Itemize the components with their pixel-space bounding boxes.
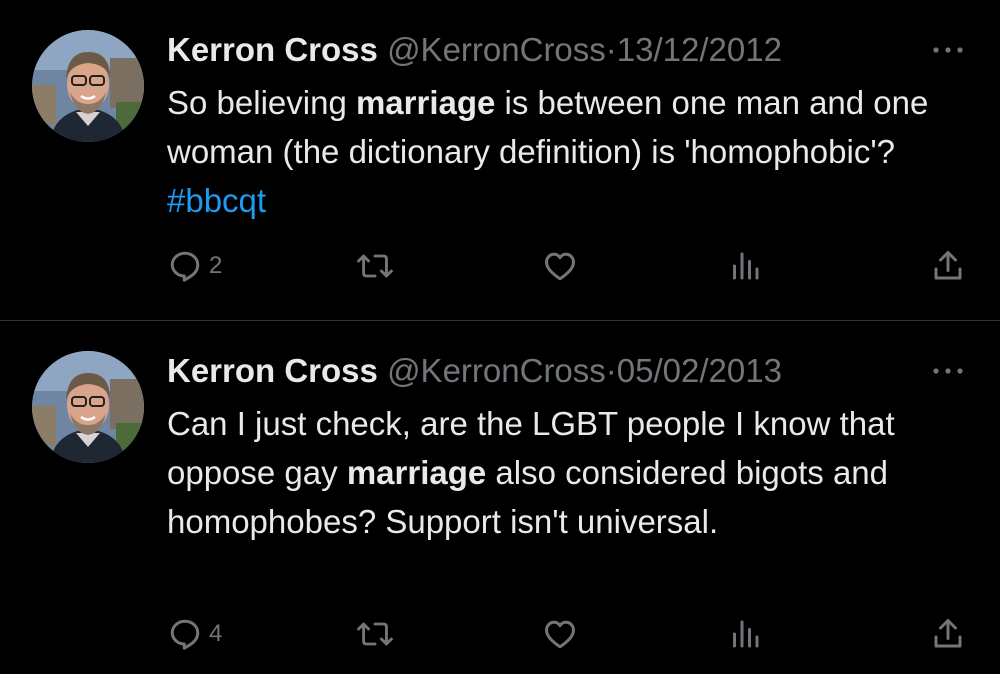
- views-button[interactable]: [727, 614, 763, 654]
- more-horizontal-icon[interactable]: [928, 30, 968, 70]
- retweet-icon: [357, 254, 393, 278]
- highlighted-keyword: marriage: [355, 84, 496, 121]
- avatar-photo: [32, 351, 144, 463]
- share-button[interactable]: [930, 246, 966, 286]
- views-icon: [733, 620, 759, 648]
- tweet-actions: 2: [167, 246, 977, 286]
- views-icon: [733, 252, 759, 280]
- reply-count: 4: [209, 620, 223, 647]
- reply-button[interactable]: 2: [167, 246, 222, 286]
- display-name[interactable]: Kerron Cross: [167, 31, 378, 68]
- like-button[interactable]: [541, 614, 579, 654]
- reply-count: 2: [209, 252, 223, 279]
- like-button[interactable]: [541, 246, 579, 286]
- reply-button[interactable]: 4: [167, 614, 222, 654]
- tweet-header: Kerron Cross @KerronCross·05/02/2013: [167, 351, 782, 391]
- separator-dot: ·: [605, 31, 617, 68]
- display-name[interactable]: Kerron Cross: [167, 352, 378, 389]
- tweet[interactable]: Kerron Cross @KerronCross·13/12/2012 So …: [0, 0, 1000, 320]
- tweet-date[interactable]: 05/02/2013: [617, 352, 782, 389]
- avatar[interactable]: [32, 351, 144, 463]
- avatar[interactable]: [32, 30, 144, 142]
- reply-icon: [170, 619, 200, 650]
- views-button[interactable]: [727, 246, 763, 286]
- retweet-icon: [357, 622, 393, 646]
- user-handle[interactable]: @KerronCross: [387, 31, 606, 68]
- retweet-button[interactable]: [355, 246, 395, 286]
- heart-icon: [545, 252, 575, 281]
- tweet-header: Kerron Cross @KerronCross·13/12/2012: [167, 30, 782, 70]
- hashtag-link[interactable]: #bbcqt: [167, 182, 266, 219]
- tweet-text: So believing marriage is between one man…: [167, 78, 967, 225]
- retweet-button[interactable]: [355, 614, 395, 654]
- share-icon: [934, 251, 962, 280]
- highlighted-keyword: marriage: [346, 454, 487, 491]
- tweet-text: Can I just check, are the LGBT people I …: [167, 399, 967, 546]
- tweet[interactable]: Kerron Cross @KerronCross·05/02/2013 Can…: [0, 321, 1000, 674]
- avatar-photo: [32, 30, 144, 142]
- share-icon: [934, 619, 962, 648]
- reply-icon: [170, 251, 200, 282]
- tweet-date[interactable]: 13/12/2012: [617, 31, 782, 68]
- heart-icon: [545, 620, 575, 649]
- more-horizontal-icon[interactable]: [928, 351, 968, 391]
- share-button[interactable]: [930, 614, 966, 654]
- tweet-text-part: So believing: [167, 84, 356, 121]
- user-handle[interactable]: @KerronCross: [387, 352, 606, 389]
- tweet-actions: 4: [167, 614, 977, 654]
- separator-dot: ·: [605, 352, 617, 389]
